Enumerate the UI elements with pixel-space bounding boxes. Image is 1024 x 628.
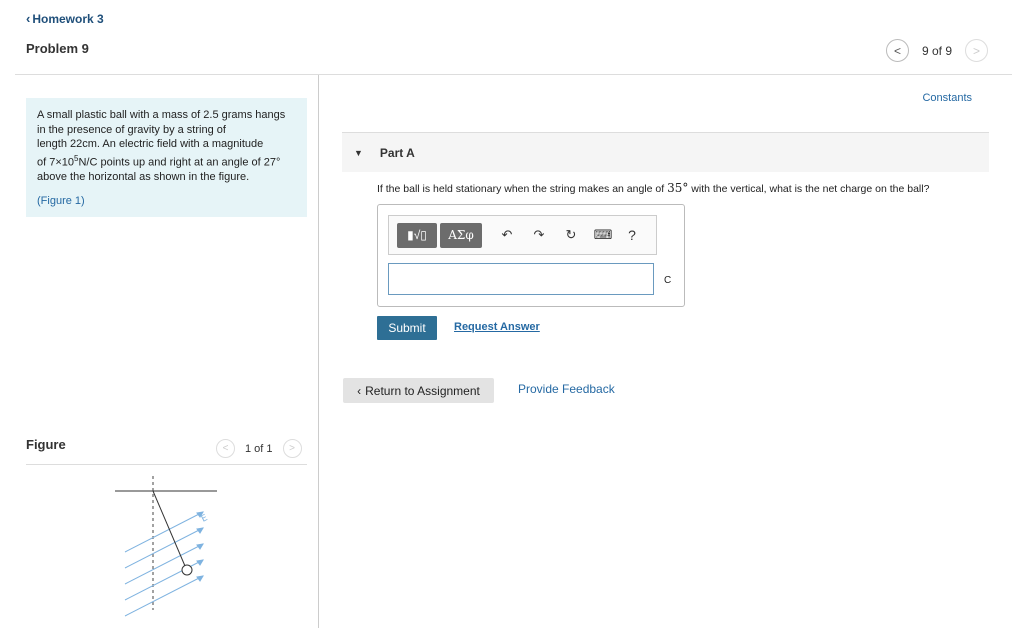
help-icon: ? (628, 227, 636, 243)
problem-title: Problem 9 (26, 41, 89, 56)
undo-button[interactable]: ↶ (496, 223, 518, 248)
header-divider (15, 74, 1012, 75)
part-a-header[interactable]: ▼ Part A (342, 132, 989, 172)
pendulum-string (152, 490, 186, 567)
reset-icon: ↻ (565, 227, 577, 242)
field-arrow-icon (196, 559, 204, 566)
problem-text-fragment: N/C points up and right at an angle of 2… (78, 156, 281, 169)
figure-link-text: Figure 1 (40, 195, 82, 208)
collapse-triangle-icon: ▼ (354, 147, 363, 158)
field-arrow-icon (196, 527, 204, 534)
previous-figure-button[interactable]: < (216, 439, 235, 458)
undo-icon: ↶ (501, 227, 513, 242)
problem-statement: A small plastic ball with a mass of 2.5 … (26, 98, 307, 217)
figure-title: Figure (26, 437, 66, 452)
submit-button[interactable]: Submit (377, 316, 437, 340)
paren: ) (81, 195, 85, 208)
part-a-label: Part A (379, 145, 415, 160)
reset-button[interactable]: ↻ (560, 223, 582, 248)
math-toolbar: ▮√▯ ΑΣφ ↶ ↷ ↻ ⌨ ? (388, 215, 657, 255)
fraction-root-icon: ▮√▯ (407, 228, 427, 242)
column-divider (318, 75, 319, 628)
keyboard-icon: ⌨ (593, 227, 613, 242)
figure-link[interactable]: (Figure 1) (37, 194, 296, 209)
next-problem-button[interactable]: > (965, 39, 989, 62)
templates-button[interactable]: ▮√▯ (397, 222, 437, 248)
back-link-label: Homework 3 (32, 11, 104, 26)
question-text: If the ball is held stationary when the … (377, 181, 929, 195)
redo-icon: ↷ (533, 227, 545, 242)
field-line (124, 527, 204, 569)
question-fragment: with the vertical, what is the net charg… (688, 183, 930, 195)
problem-text-fragment: of 7×10 (37, 156, 75, 169)
problem-text-line: length 22cm. An electric field with a ma… (37, 138, 264, 150)
pendulum-figure: E (115, 476, 217, 617)
chevron-right-icon: > (973, 43, 981, 58)
answer-input[interactable] (388, 263, 654, 295)
next-figure-button[interactable]: > (282, 439, 302, 458)
plastic-ball (181, 564, 193, 576)
return-label: Return to Assignment (365, 383, 480, 398)
problem-text-line: in the presence of gravity by a string o… (37, 123, 226, 136)
field-arrow-icon (196, 543, 204, 550)
problem-pager: < 9 of 9 > (886, 39, 989, 62)
field-line (124, 543, 204, 585)
problem-text-line: of 7×105N/C points up and right at an an… (37, 152, 296, 170)
question-angle: 35° (667, 181, 689, 195)
symbols-button[interactable]: ΑΣφ (440, 222, 482, 248)
figure-divider (26, 464, 307, 465)
keyboard-button[interactable]: ⌨ (592, 223, 614, 248)
chevron-left-icon: < (222, 443, 229, 454)
greek-symbols-icon: ΑΣφ (448, 228, 474, 242)
back-to-homework-link[interactable]: ‹ Homework 3 (26, 11, 104, 26)
field-line (124, 575, 204, 617)
figure-count: 1 of 1 (245, 442, 273, 455)
problem-text-line: A small plastic ball with a mass of 2.5 … (37, 109, 286, 121)
problem-count: 9 of 9 (922, 43, 953, 58)
answer-unit: C (664, 275, 672, 286)
question-fragment: If the ball is held stationary when the … (377, 183, 668, 195)
help-button[interactable]: ? (624, 223, 640, 248)
chevron-left-icon: ‹ (357, 383, 362, 398)
previous-problem-button[interactable]: < (886, 39, 909, 62)
field-lines (124, 511, 204, 617)
field-line (124, 559, 204, 601)
field-arrow-icon (196, 575, 204, 582)
chevron-right-icon: > (289, 443, 295, 454)
request-answer-link[interactable]: Request Answer (454, 321, 540, 333)
answer-editor: ▮√▯ ΑΣφ ↶ ↷ ↻ ⌨ ? C (377, 204, 685, 307)
provide-feedback-link[interactable]: Provide Feedback (518, 382, 615, 396)
figure-pager: < 1 of 1 > (216, 439, 302, 458)
problem-text-line: above the horizontal as shown in the fig… (37, 170, 250, 183)
chevron-left-icon: < (893, 43, 901, 58)
field-label: E (200, 513, 210, 525)
chevron-left-icon: ‹ (26, 11, 31, 26)
constants-link[interactable]: Constants (922, 92, 972, 104)
return-to-assignment-button[interactable]: ‹ Return to Assignment (343, 378, 494, 403)
redo-button[interactable]: ↷ (528, 223, 550, 248)
